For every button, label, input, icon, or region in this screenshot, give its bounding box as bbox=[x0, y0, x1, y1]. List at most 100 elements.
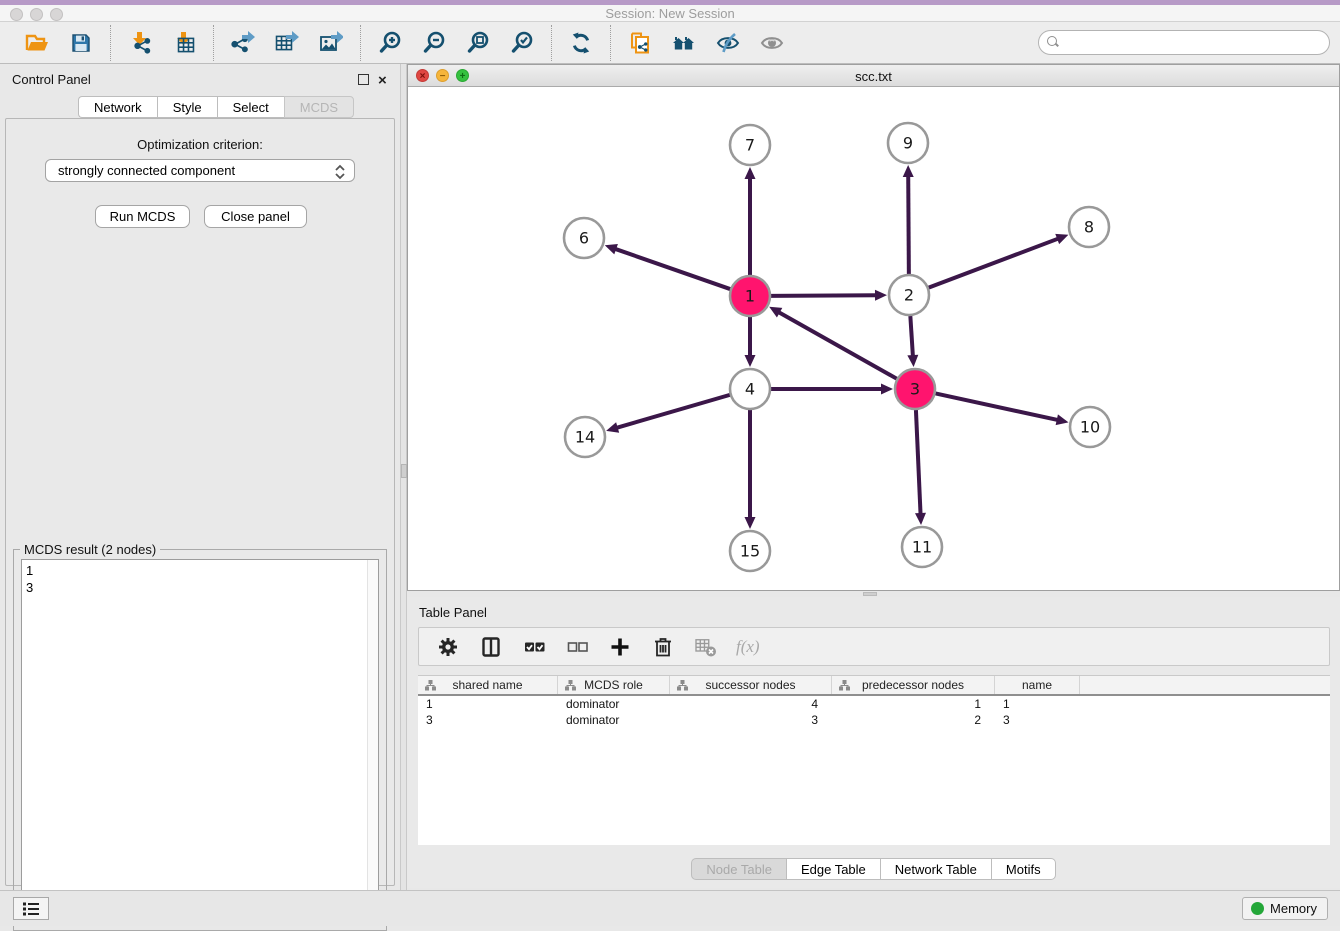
export-image-icon[interactable] bbox=[316, 28, 346, 58]
mcds-result-text[interactable]: 1 3 bbox=[21, 559, 379, 923]
node-table: shared name MCDS role successor nodes prede… bbox=[418, 675, 1330, 845]
arrowhead-icon bbox=[606, 422, 619, 433]
search-icon bbox=[1047, 36, 1060, 49]
zoom-fit-icon[interactable] bbox=[463, 28, 493, 58]
graph-node-3[interactable]: 3 bbox=[895, 369, 935, 409]
column-header-name[interactable]: name bbox=[995, 676, 1080, 694]
edge-4-14[interactable] bbox=[616, 395, 730, 428]
edge-3-1[interactable] bbox=[778, 312, 897, 379]
open-icon[interactable] bbox=[22, 28, 52, 58]
search-input[interactable] bbox=[1038, 30, 1330, 55]
graph-node-10[interactable]: 10 bbox=[1070, 407, 1110, 447]
zoom-out-icon[interactable] bbox=[419, 28, 449, 58]
svg-text:3: 3 bbox=[910, 380, 920, 399]
mcds-panel: Optimization criterion: strongly connect… bbox=[5, 118, 395, 886]
graph-node-8[interactable]: 8 bbox=[1069, 207, 1109, 247]
column-label: successor nodes bbox=[705, 678, 795, 692]
graph-node-2[interactable]: 2 bbox=[889, 275, 929, 315]
column-label: shared name bbox=[452, 678, 522, 692]
window-title: Session: New Session bbox=[0, 6, 1340, 21]
svg-text:8: 8 bbox=[1084, 218, 1094, 237]
table-row[interactable]: 3dominator323 bbox=[418, 712, 1330, 728]
search-field[interactable] bbox=[1064, 33, 1329, 53]
first-neighbors-icon[interactable] bbox=[669, 28, 699, 58]
select-all-columns-icon[interactable] bbox=[521, 634, 547, 660]
tab-network-table[interactable]: Network Table bbox=[880, 858, 991, 880]
save-icon[interactable] bbox=[66, 28, 96, 58]
edge-2-3[interactable] bbox=[910, 316, 913, 357]
column-type-icon bbox=[839, 680, 850, 691]
table-tabs: Node TableEdge TableNetwork TableMotifs bbox=[407, 858, 1340, 880]
zoom-selected-icon[interactable] bbox=[507, 28, 537, 58]
tab-edge-table[interactable]: Edge Table bbox=[786, 858, 880, 880]
toggle-graphics-details-icon[interactable] bbox=[713, 28, 743, 58]
arrowhead-icon bbox=[605, 244, 618, 254]
column-header-MCDS-role[interactable]: MCDS role bbox=[558, 676, 670, 694]
column-label: MCDS role bbox=[584, 678, 643, 692]
export-table-icon[interactable] bbox=[272, 28, 302, 58]
zoom-in-icon[interactable] bbox=[375, 28, 405, 58]
control-panel-tabs: NetworkStyleSelectMCDS bbox=[78, 96, 354, 118]
export-network-icon[interactable] bbox=[228, 28, 258, 58]
splitter-grip[interactable] bbox=[863, 592, 877, 596]
edge-2-9[interactable] bbox=[908, 175, 909, 274]
control-panel-title: Control Panel bbox=[12, 72, 91, 87]
column-header-shared-name[interactable]: shared name bbox=[418, 676, 558, 694]
table-body: 1dominator4113dominator323 bbox=[418, 696, 1330, 728]
tab-mcds[interactable]: MCDS bbox=[284, 96, 354, 118]
graph-node-6[interactable]: 6 bbox=[564, 218, 604, 258]
tab-select[interactable]: Select bbox=[217, 96, 284, 118]
arrowhead-icon bbox=[745, 355, 756, 367]
table-row[interactable]: 1dominator411 bbox=[418, 696, 1330, 712]
edge-1-6[interactable] bbox=[614, 249, 730, 290]
import-table-icon[interactable] bbox=[169, 28, 199, 58]
svg-text:7: 7 bbox=[745, 136, 755, 155]
task-history-button[interactable] bbox=[13, 897, 49, 920]
column-header-successor-nodes[interactable]: successor nodes bbox=[670, 676, 832, 694]
edge-3-10[interactable] bbox=[936, 393, 1059, 420]
show-columns-icon[interactable] bbox=[478, 634, 504, 660]
criterion-select[interactable]: strongly connected component bbox=[45, 159, 355, 182]
import-network-icon[interactable] bbox=[125, 28, 155, 58]
arrowhead-icon bbox=[1056, 414, 1069, 425]
clone-network-icon[interactable] bbox=[625, 28, 655, 58]
graph-node-1[interactable]: 1 bbox=[730, 276, 770, 316]
edge-3-11[interactable] bbox=[916, 410, 921, 515]
refresh-layout-icon[interactable] bbox=[566, 28, 596, 58]
svg-text:6: 6 bbox=[579, 229, 589, 248]
graph-node-9[interactable]: 9 bbox=[888, 123, 928, 163]
add-column-icon[interactable] bbox=[607, 634, 633, 660]
tab-motifs[interactable]: Motifs bbox=[991, 858, 1056, 880]
settings-icon[interactable] bbox=[435, 634, 461, 660]
graph-node-7[interactable]: 7 bbox=[730, 125, 770, 165]
edge-1-2[interactable] bbox=[771, 295, 877, 296]
svg-text:11: 11 bbox=[912, 538, 932, 557]
function-builder-button[interactable]: f(x) bbox=[736, 637, 760, 657]
toolbar-group bbox=[213, 25, 360, 61]
float-panel-icon[interactable] bbox=[358, 74, 369, 85]
table-toolbar: f(x) bbox=[418, 627, 1330, 666]
table-cell: 1 bbox=[995, 696, 1080, 712]
tab-network[interactable]: Network bbox=[78, 96, 157, 118]
column-header-predecessor-nodes[interactable]: predecessor nodes bbox=[832, 676, 995, 694]
tab-style[interactable]: Style bbox=[157, 96, 217, 118]
deselect-all-columns-icon[interactable] bbox=[564, 634, 590, 660]
show-graphics-details-icon[interactable] bbox=[757, 28, 787, 58]
tab-node-table[interactable]: Node Table bbox=[691, 858, 786, 880]
vertical-splitter[interactable] bbox=[400, 64, 407, 890]
result-scrollbar[interactable] bbox=[367, 560, 378, 922]
delete-column-icon[interactable] bbox=[650, 634, 676, 660]
close-panel-icon[interactable]: × bbox=[378, 75, 387, 86]
close-panel-button[interactable]: Close panel bbox=[204, 205, 307, 228]
network-canvas[interactable]: 7 9 6 8 1 2 4 3 14 10 15 11 bbox=[408, 87, 1339, 590]
arrowhead-icon bbox=[903, 165, 914, 177]
graph-node-15[interactable]: 15 bbox=[730, 531, 770, 571]
mcds-result-group: MCDS result (2 nodes) 1 3 bbox=[13, 549, 387, 931]
graph-node-4[interactable]: 4 bbox=[730, 369, 770, 409]
svg-text:14: 14 bbox=[575, 428, 595, 447]
graph-node-14[interactable]: 14 bbox=[565, 417, 605, 457]
run-mcds-button[interactable]: Run MCDS bbox=[95, 205, 190, 228]
edge-2-8[interactable] bbox=[929, 238, 1059, 287]
memory-button[interactable]: Memory bbox=[1242, 897, 1328, 920]
graph-node-11[interactable]: 11 bbox=[902, 527, 942, 567]
